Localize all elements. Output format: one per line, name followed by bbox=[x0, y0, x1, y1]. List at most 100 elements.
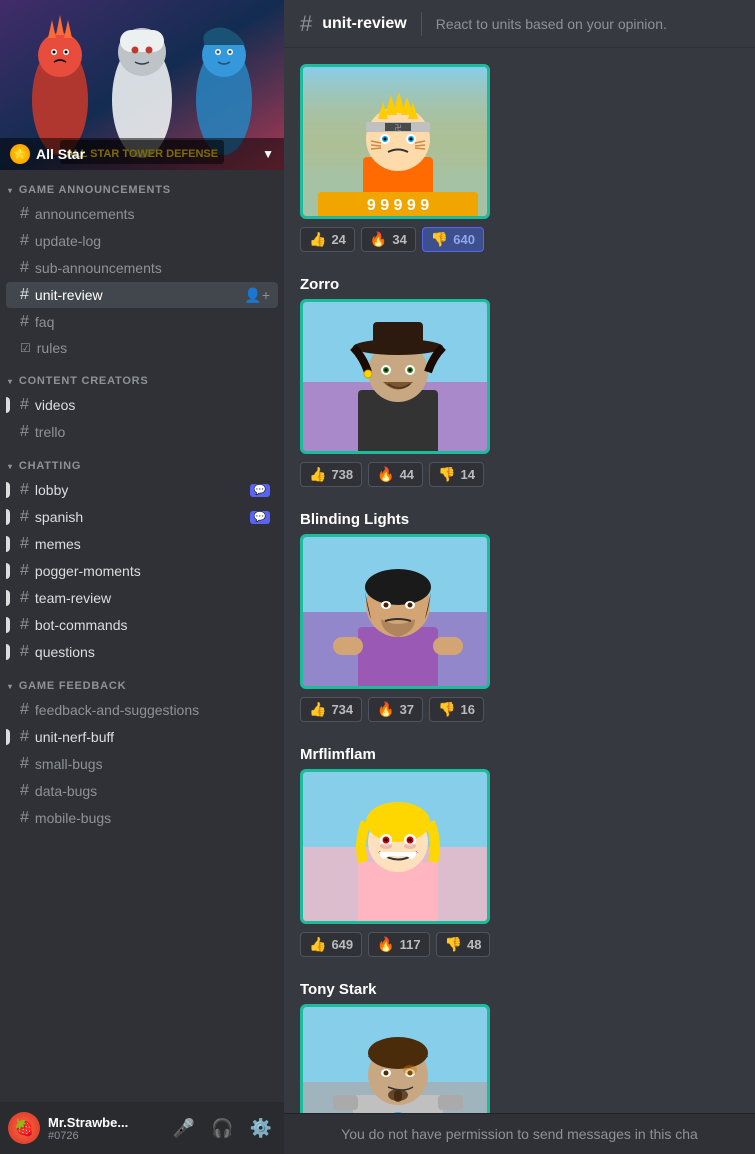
unit-card-unit-blinding: Blinding Lights bbox=[300, 511, 739, 722]
unread-dot bbox=[6, 617, 10, 633]
mute-icon[interactable]: 🎤 bbox=[169, 1114, 199, 1143]
reaction-2[interactable]: 👎 48 bbox=[436, 932, 491, 957]
channel-item-bot-commands[interactable]: # bot-commands bbox=[6, 612, 278, 638]
reaction-count: 14 bbox=[460, 467, 474, 482]
channel-item-spanish[interactable]: #spanish💬 bbox=[6, 504, 278, 530]
hash-icon: # bbox=[20, 616, 29, 634]
reaction-emoji: 👍 bbox=[309, 466, 326, 483]
unit-image bbox=[300, 769, 490, 924]
header-divider bbox=[421, 12, 422, 36]
channel-item-sub-announcements[interactable]: #sub-announcements bbox=[6, 255, 278, 281]
header-channel-name: unit-review bbox=[322, 15, 406, 33]
reaction-count: 24 bbox=[331, 232, 345, 247]
reaction-emoji: 🔥 bbox=[377, 466, 394, 483]
channel-item-update-log[interactable]: #update-log bbox=[6, 228, 278, 254]
reaction-count: 34 bbox=[392, 232, 406, 247]
reaction-count: 734 bbox=[331, 702, 353, 717]
reaction-2[interactable]: 👎 640 bbox=[422, 227, 484, 252]
server-icon: ⭐ bbox=[10, 144, 30, 164]
server-dropdown-arrow[interactable]: ▼ bbox=[262, 147, 274, 161]
reaction-1[interactable]: 🔥 37 bbox=[368, 697, 423, 722]
reaction-emoji: 👎 bbox=[438, 466, 455, 483]
channel-name: videos bbox=[35, 397, 270, 413]
channel-item-unit-review[interactable]: #unit-review👤+ bbox=[6, 282, 278, 308]
channel-item-small-bugs[interactable]: # small-bugs bbox=[6, 751, 278, 777]
channel-item-faq[interactable]: #faq bbox=[6, 309, 278, 335]
channel-item-announcements[interactable]: #announcements bbox=[6, 201, 278, 227]
channel-name: unit-review bbox=[35, 287, 238, 303]
channel-item-data-bugs[interactable]: #data-bugs bbox=[6, 778, 278, 804]
header-description: React to units based on your opinion. bbox=[436, 16, 667, 32]
unit-image bbox=[300, 534, 490, 689]
deafen-icon[interactable]: 🎧 bbox=[207, 1114, 237, 1143]
channel-item-feedback-and-suggestions[interactable]: # feedback-and-suggestions bbox=[6, 697, 278, 723]
channel-item-mobile-bugs[interactable]: #mobile-bugs bbox=[6, 805, 278, 831]
no-permission-bar: You do not have permission to send messa… bbox=[284, 1113, 755, 1154]
server-header: ALL STAR TOWER DEFENSE ⭐ All Star ▼ bbox=[0, 0, 284, 170]
category-game-announcements[interactable]: ▾ GAME ANNOUNCEMENTS bbox=[0, 170, 284, 200]
hash-icon: # bbox=[20, 423, 29, 441]
user-bottom-bar: 🍓 Mr.Strawbe... #0726 🎤 🎧 ⚙️ bbox=[0, 1102, 284, 1154]
channel-name: data-bugs bbox=[35, 783, 270, 799]
channel-name: unit-nerf-buff bbox=[35, 729, 270, 745]
unit-card-unit-top: 卍 9 9 9 9 9 bbox=[300, 64, 739, 252]
unread-dot bbox=[6, 644, 10, 660]
channel-item-pogger-moments[interactable]: #pogger-moments bbox=[6, 558, 278, 584]
settings-icon[interactable]: ⚙️ bbox=[246, 1114, 276, 1143]
reaction-0[interactable]: 👍 24 bbox=[300, 227, 355, 252]
reaction-0[interactable]: 👍 734 bbox=[300, 697, 362, 722]
hash-icon: # bbox=[20, 232, 29, 250]
reaction-row: 👍 734 🔥 37 👎 16 bbox=[300, 697, 739, 722]
hash-icon: # bbox=[20, 755, 29, 773]
category-label: GAME ANNOUNCEMENTS bbox=[19, 184, 171, 196]
reaction-2[interactable]: 👎 16 bbox=[429, 697, 484, 722]
hash-icon: # bbox=[20, 508, 29, 526]
main-content: # unit-review React to units based on yo… bbox=[284, 0, 755, 1154]
unread-dot bbox=[6, 397, 10, 413]
unit-card-unit-mrflim: Mrflimflam bbox=[300, 746, 739, 957]
unit-name: Blinding Lights bbox=[300, 511, 739, 528]
reaction-emoji: 🔥 bbox=[370, 231, 387, 248]
unit-name: Tony Stark bbox=[300, 981, 739, 998]
user-tag: #0726 bbox=[48, 1130, 161, 1142]
reaction-0[interactable]: 👍 738 bbox=[300, 462, 362, 487]
channel-name: small-bugs bbox=[35, 756, 270, 772]
channel-name: pogger-moments bbox=[35, 563, 270, 579]
reaction-0[interactable]: 👍 649 bbox=[300, 932, 362, 957]
channel-name: feedback-and-suggestions bbox=[35, 702, 270, 718]
reaction-1[interactable]: 🔥 117 bbox=[368, 932, 429, 957]
user-name: Mr.Strawbe... bbox=[48, 1115, 161, 1130]
channel-item-team-review[interactable]: #team-review bbox=[6, 585, 278, 611]
reaction-count: 48 bbox=[467, 937, 481, 952]
category-label: CHATTING bbox=[19, 460, 81, 472]
chat-badge: 💬 bbox=[250, 511, 270, 524]
reaction-2[interactable]: 👎 14 bbox=[429, 462, 484, 487]
reaction-emoji: 👍 bbox=[309, 701, 326, 718]
hash-icon: # bbox=[20, 728, 29, 746]
header-hash-icon: # bbox=[300, 11, 312, 37]
channel-item-lobby[interactable]: #lobby💬 bbox=[6, 477, 278, 503]
hash-icon: # bbox=[20, 701, 29, 719]
channel-name: announcements bbox=[35, 206, 270, 222]
add-member-icon[interactable]: 👤+ bbox=[244, 287, 270, 304]
channel-name: bot-commands bbox=[35, 617, 270, 633]
reaction-count: 16 bbox=[460, 702, 474, 717]
hash-icon: # bbox=[20, 396, 29, 414]
hash-icon: # bbox=[20, 809, 29, 827]
svg-text:9 9 9 9 9: 9 9 9 9 9 bbox=[367, 197, 429, 214]
channel-item-rules[interactable]: ☑rules bbox=[6, 336, 278, 360]
unread-dot bbox=[6, 563, 10, 579]
category-chatting[interactable]: ▾CHATTING bbox=[0, 446, 284, 476]
reaction-1[interactable]: 🔥 44 bbox=[368, 462, 423, 487]
unread-dot bbox=[6, 536, 10, 552]
server-title-bar[interactable]: ⭐ All Star ▼ bbox=[0, 138, 284, 170]
channel-item-videos[interactable]: # videos bbox=[6, 392, 278, 418]
channel-item-trello[interactable]: #trello bbox=[6, 419, 278, 445]
channel-item-memes[interactable]: #memes bbox=[6, 531, 278, 557]
channel-item-questions[interactable]: #questions bbox=[6, 639, 278, 665]
channel-item-unit-nerf-buff[interactable]: # unit-nerf-buff bbox=[6, 724, 278, 750]
category-content-creators[interactable]: ▾CONTENT CREATORS bbox=[0, 361, 284, 391]
reaction-1[interactable]: 🔥 34 bbox=[361, 227, 416, 252]
category-game-feedback[interactable]: ▾GAME FEEDBACK bbox=[0, 666, 284, 696]
category-arrow: ▾ bbox=[8, 186, 13, 195]
